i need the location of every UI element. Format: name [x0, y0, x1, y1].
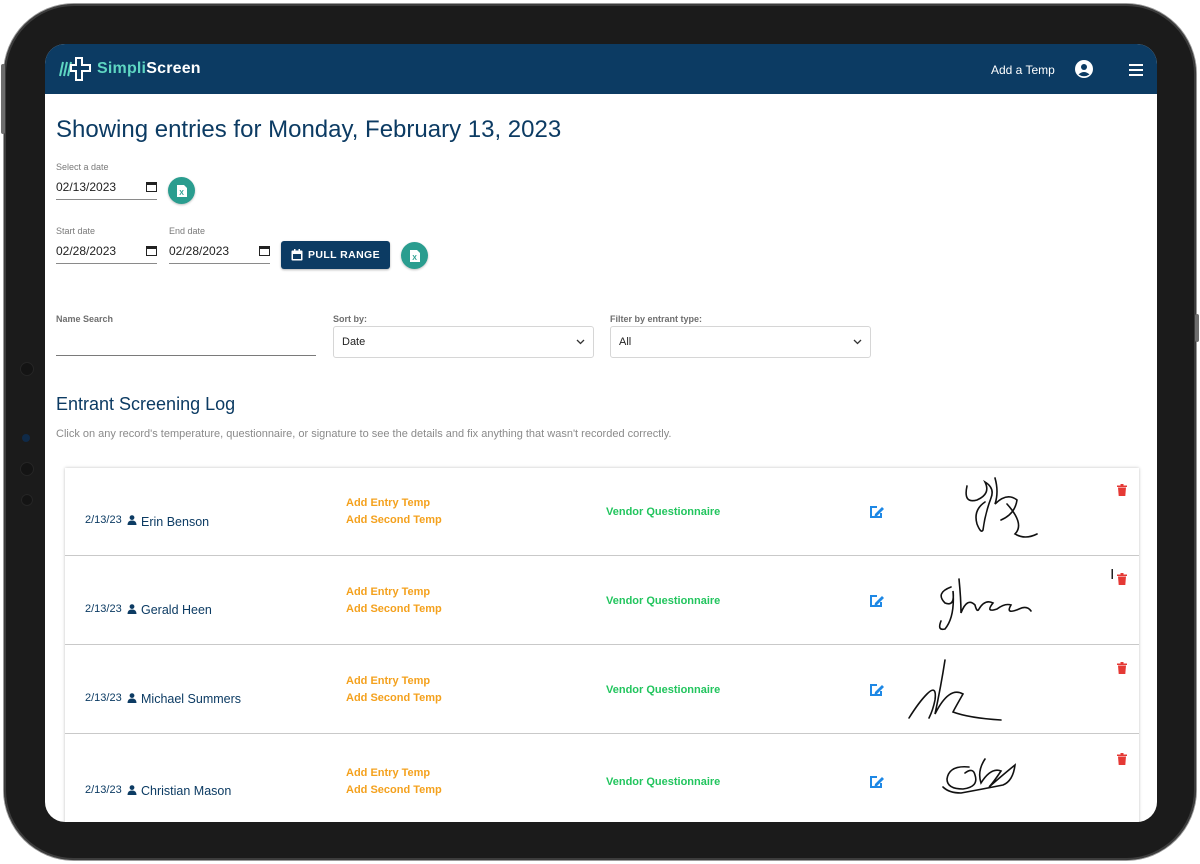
excel-file-icon: X [409, 249, 420, 262]
end-date-input[interactable]: 02/28/2023 [169, 238, 270, 264]
calendar-icon [291, 249, 303, 261]
sort-by-select[interactable]: Date [333, 326, 594, 358]
row-date: 2/13/23 [85, 603, 122, 615]
add-entry-temp-link[interactable]: Add Entry Temp [346, 586, 430, 598]
simpliscreen-logo-icon[interactable] [57, 54, 93, 84]
log-row: 2/13/23 Gerald Heen Add Entry Temp Add S… [65, 557, 1139, 645]
questionnaire-link[interactable]: Vendor Questionnaire [606, 684, 720, 696]
start-date-label: Start date [56, 226, 96, 236]
edit-signature-icon[interactable] [869, 505, 885, 519]
sort-by-value: Date [342, 336, 366, 348]
row-date: 2/13/23 [85, 692, 122, 704]
row-name: Erin Benson [141, 515, 210, 529]
entrant-type-select[interactable]: All [610, 326, 871, 358]
edit-signature-icon[interactable] [869, 683, 885, 697]
text-cursor-icon [1111, 569, 1113, 579]
start-date-value: 02/28/2023 [56, 243, 117, 258]
log-row: 2/13/23 Michael Summers Add Entry Temp A… [65, 646, 1139, 734]
delete-trash-icon[interactable] [1117, 573, 1127, 585]
person-icon [127, 693, 137, 703]
row-name: Christian Mason [141, 784, 232, 798]
select-date-label: Select a date [56, 162, 109, 172]
end-date-value: 02/28/2023 [169, 243, 230, 258]
entrant-type-label: Filter by entrant type: [610, 314, 703, 324]
sort-by-label: Sort by: [333, 314, 368, 324]
export-range-excel-button[interactable]: X [401, 242, 428, 269]
tablet-camera-dot [20, 362, 34, 376]
log-row: 2/13/23 Christian Mason Add Entry Temp A… [65, 735, 1139, 822]
row-date: 2/13/23 [85, 514, 122, 526]
person-icon [127, 604, 137, 614]
screening-log-list: 2/13/23 Erin Benson Add Entry Temp Add S… [65, 468, 1139, 822]
log-row: 2/13/23 Erin Benson Add Entry Temp Add S… [65, 468, 1139, 556]
app-screen: SimpliScreen Add a Temp Showing entries … [45, 44, 1157, 822]
tablet-camera-dot [21, 494, 33, 506]
svg-text:X: X [179, 190, 184, 197]
signature-image[interactable] [905, 656, 1015, 726]
signature-image[interactable] [955, 474, 1055, 542]
add-second-temp-link[interactable]: Add Second Temp [346, 603, 442, 615]
calendar-icon[interactable] [146, 181, 157, 192]
pull-range-button[interactable]: PULL RANGE [281, 241, 390, 269]
hamburger-menu-icon[interactable] [1129, 64, 1143, 76]
questionnaire-link[interactable]: Vendor Questionnaire [606, 776, 720, 788]
add-temp-link[interactable]: Add a Temp [991, 63, 1055, 77]
end-date-label: End date [169, 226, 206, 236]
screening-log-hint: Click on any record's temperature, quest… [56, 428, 672, 440]
calendar-icon[interactable] [259, 245, 270, 256]
add-second-temp-link[interactable]: Add Second Temp [346, 692, 442, 704]
chevron-down-icon [853, 339, 862, 345]
add-second-temp-link[interactable]: Add Second Temp [346, 514, 442, 526]
brand-name[interactable]: SimpliScreen [97, 60, 201, 78]
signature-image[interactable] [931, 569, 1041, 635]
name-search-label: Name Search [56, 314, 114, 324]
delete-trash-icon[interactable] [1117, 484, 1127, 496]
chevron-down-icon [576, 339, 585, 345]
add-second-temp-link[interactable]: Add Second Temp [346, 784, 442, 796]
add-entry-temp-link[interactable]: Add Entry Temp [346, 767, 430, 779]
excel-file-icon: X [176, 184, 187, 197]
pull-range-label: PULL RANGE [307, 249, 381, 261]
add-entry-temp-link[interactable]: Add Entry Temp [346, 497, 430, 509]
edit-signature-icon[interactable] [869, 775, 885, 789]
app-header: SimpliScreen Add a Temp [45, 44, 1157, 94]
calendar-icon[interactable] [146, 245, 157, 256]
row-name: Michael Summers [141, 692, 242, 706]
page-title: Showing entries for Monday, February 13,… [56, 116, 562, 143]
start-date-input[interactable]: 02/28/2023 [56, 238, 157, 264]
entrant-type-value: All [619, 336, 632, 348]
add-entry-temp-link[interactable]: Add Entry Temp [346, 675, 430, 687]
name-search-input[interactable] [56, 330, 316, 356]
edit-signature-icon[interactable] [869, 594, 885, 608]
row-name: Gerald Heen [141, 603, 212, 617]
select-date-value: 02/13/2023 [56, 179, 117, 194]
user-circle-icon[interactable] [1075, 60, 1093, 78]
screening-log-title: Entrant Screening Log [56, 394, 236, 414]
tablet-side-button [1, 64, 5, 134]
person-icon [127, 785, 137, 795]
export-excel-button[interactable]: X [168, 177, 195, 204]
select-date-input[interactable]: 02/13/2023 [56, 174, 157, 200]
tablet-side-button [1195, 314, 1199, 342]
row-date: 2/13/23 [85, 784, 122, 796]
svg-text:X: X [412, 255, 417, 262]
tablet-camera-lens [22, 434, 30, 442]
questionnaire-link[interactable]: Vendor Questionnaire [606, 595, 720, 607]
delete-trash-icon[interactable] [1117, 662, 1127, 674]
brand-part-2: Screen [146, 60, 201, 77]
person-icon [127, 515, 137, 525]
signature-image[interactable] [939, 753, 1029, 803]
questionnaire-link[interactable]: Vendor Questionnaire [606, 506, 720, 518]
brand-part-1: Simpli [97, 60, 147, 77]
delete-trash-icon[interactable] [1117, 753, 1127, 765]
tablet-camera-dot [20, 462, 34, 476]
